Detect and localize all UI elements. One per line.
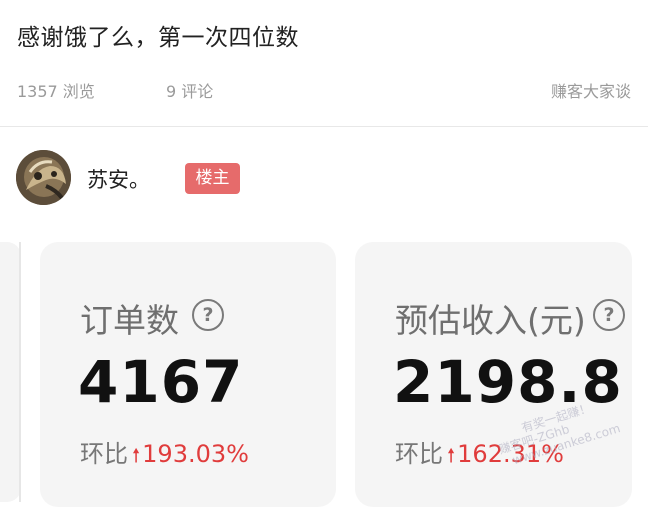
compare-label: 环比	[395, 440, 443, 468]
previous-card-border	[19, 242, 21, 502]
header-divider	[0, 126, 648, 127]
previous-card-edge	[0, 242, 21, 502]
avatar-photo-icon	[16, 150, 71, 205]
comment-count[interactable]: 9 评论	[166, 78, 213, 102]
avatar[interactable]	[16, 150, 71, 205]
orders-label: 订单数	[80, 301, 179, 340]
arrow-up-icon: 🠕	[132, 445, 141, 467]
post-title: 感谢饿了么，第一次四位数	[17, 25, 299, 51]
orders-compare: 环比 🠕193.03%	[80, 434, 249, 474]
orders-value: 4167	[78, 348, 244, 416]
help-icon[interactable]: ?	[593, 299, 625, 331]
author-name[interactable]: 苏安。	[87, 164, 150, 194]
help-icon[interactable]: ?	[192, 299, 224, 331]
orders-change: 193.03%	[142, 440, 249, 468]
view-count: 1357 浏览	[17, 82, 95, 101]
embedded-screenshot: 订单数 ? 4167 环比 🠕193.03% 预估收入(元) ? 2198.8 环…	[0, 218, 648, 507]
forum-link[interactable]: 赚客大家谈	[551, 78, 631, 102]
income-label: 预估收入(元)	[395, 301, 586, 340]
compare-label: 环比	[80, 440, 128, 468]
arrow-up-icon: 🠕	[447, 445, 456, 467]
owner-badge: 楼主	[185, 163, 240, 194]
orders-card: 订单数 ? 4167 环比 🠕193.03%	[40, 242, 336, 507]
